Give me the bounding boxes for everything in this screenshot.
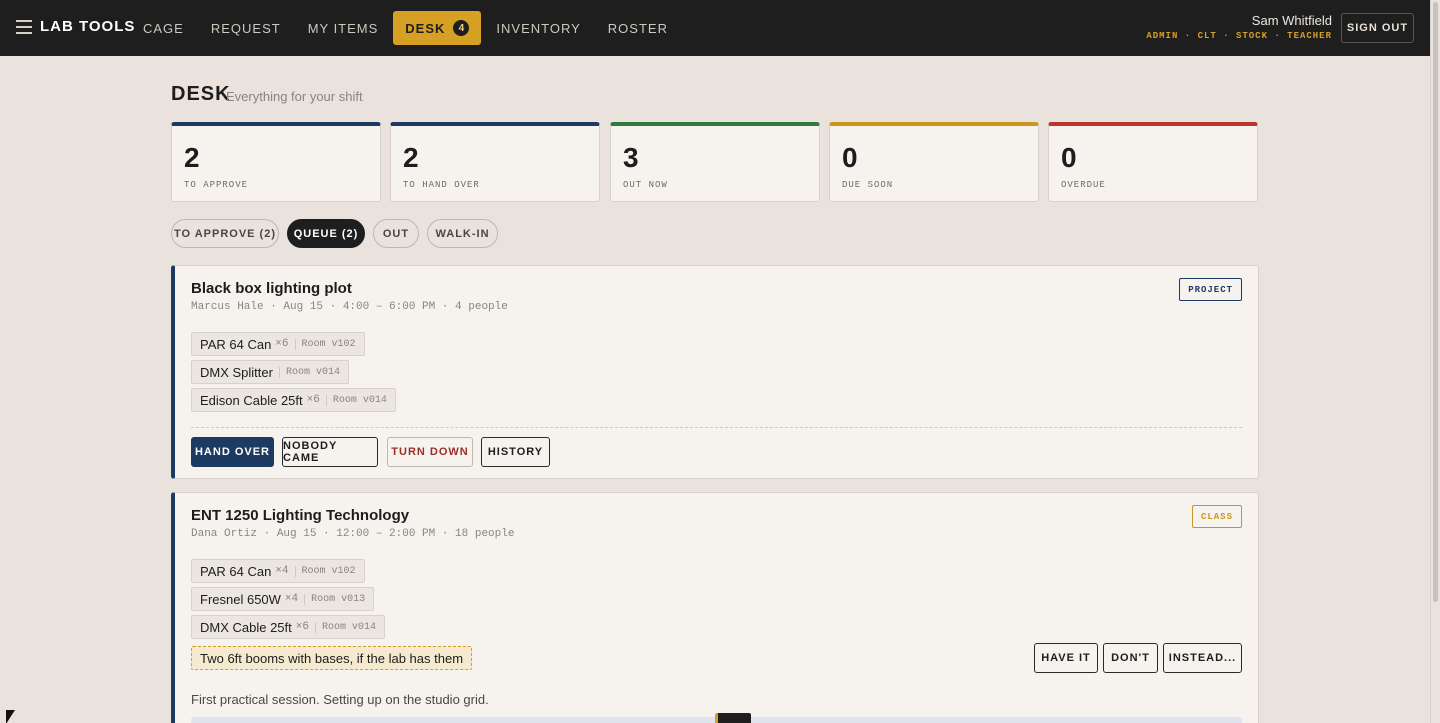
- card-meta: Marcus Hale · Aug 15 · 4:00 – 6:00 PM · …: [191, 301, 508, 313]
- item-room: Room v014: [278, 366, 340, 378]
- item-room: Room v102: [294, 338, 356, 350]
- history-button[interactable]: HISTORY: [481, 437, 550, 467]
- stat-label: TO HAND OVER: [403, 180, 480, 190]
- stat-out-now[interactable]: 3 OUT NOW: [610, 122, 820, 202]
- nav-my-items[interactable]: MY ITEMS: [296, 11, 391, 45]
- tab-out[interactable]: OUT: [373, 219, 419, 248]
- nav-cage[interactable]: CAGE: [131, 11, 196, 45]
- card-note: First practical session. Setting up on t…: [191, 692, 489, 707]
- card-type-tag: PROJECT: [1179, 278, 1242, 301]
- instead-button[interactable]: INSTEAD...: [1163, 643, 1242, 673]
- item-quantity: ×6: [275, 338, 289, 350]
- nav-inventory[interactable]: INVENTORY: [484, 11, 592, 45]
- stat-label: OUT NOW: [623, 180, 668, 190]
- top-bar: LAB TOOLS CAGE REQUEST MY ITEMS DESK 4 IN…: [0, 0, 1430, 56]
- hand-over-button[interactable]: HAND OVER: [191, 437, 274, 467]
- item-name: DMX Cable 25ft: [200, 619, 292, 635]
- nav-desk[interactable]: DESK 4: [393, 11, 482, 45]
- item-chip: DMX Splitter Room v014: [191, 360, 349, 384]
- stat-label: TO APPROVE: [184, 180, 249, 190]
- turn-down-button[interactable]: TURN DOWN: [387, 437, 473, 467]
- item-room: Room v014: [314, 621, 376, 633]
- stat-to-approve[interactable]: 2 TO APPROVE: [171, 122, 381, 202]
- page-title: DESK: [171, 83, 231, 105]
- item-name: PAR 64 Can: [200, 336, 272, 352]
- nav-label: ROSTER: [607, 20, 668, 36]
- card-title: Black box lighting plot: [191, 280, 352, 297]
- tab-walk-in[interactable]: WALK-IN: [427, 219, 498, 248]
- card-title: ENT 1250 Lighting Technology: [191, 507, 410, 524]
- have-it-button[interactable]: HAVE IT: [1034, 643, 1098, 673]
- stat-label: OVERDUE: [1061, 180, 1106, 190]
- user-roles: ADMIN · CLT · STOCK · TEACHER: [1146, 31, 1332, 41]
- item-name: DMX Splitter: [200, 364, 273, 380]
- nav-label: INVENTORY: [496, 20, 581, 36]
- item-room: Room v014: [325, 394, 387, 406]
- dont-have-button[interactable]: DON'T: [1103, 643, 1158, 673]
- nav-request[interactable]: REQUEST: [199, 11, 293, 45]
- brand-logo[interactable]: LAB TOOLS: [40, 18, 135, 35]
- stat-value: 0: [842, 142, 858, 173]
- item-name: PAR 64 Can: [200, 563, 272, 579]
- item-quantity: ×6: [295, 621, 309, 633]
- queue-card: ENT 1250 Lighting Technology Dana Ortiz …: [171, 492, 1259, 723]
- user-info: Sam Whitfield ADMIN · CLT · STOCK · TEAC…: [1146, 13, 1332, 41]
- item-chip: PAR 64 Can ×6 Room v102: [191, 332, 365, 356]
- page-scrollbar[interactable]: [1430, 0, 1440, 723]
- nav-label: CAGE: [143, 20, 184, 36]
- nobody-came-button[interactable]: NOBODY CAME: [282, 437, 378, 467]
- tab-to-approve[interactable]: TO APPROVE (2): [171, 219, 279, 248]
- item-chip: Edison Cable 25ft ×6 Room v014: [191, 388, 396, 412]
- desk-count-badge: 4: [453, 20, 470, 36]
- stat-due-soon[interactable]: 0 DUE SOON: [829, 122, 1039, 202]
- item-room: Room v102: [294, 565, 356, 577]
- stat-value: 2: [184, 142, 200, 173]
- drag-handle[interactable]: [715, 713, 751, 723]
- card-bottom-strip: [191, 713, 1242, 723]
- queue-card: Black box lighting plot Marcus Hale · Au…: [171, 265, 1259, 479]
- special-request-note: Two 6ft booms with bases, if the lab has…: [191, 646, 473, 670]
- stat-value: 2: [403, 142, 419, 173]
- nav-label: REQUEST: [210, 20, 281, 36]
- stat-value: 0: [1061, 142, 1077, 173]
- item-room: Room v013: [304, 593, 365, 605]
- item-quantity: ×4: [284, 593, 299, 605]
- page-subtitle: Everything for your shift: [226, 89, 363, 104]
- item-name: Edison Cable 25ft: [200, 392, 303, 408]
- item-chip: Fresnel 650W ×4 Room v013: [191, 587, 375, 611]
- stat-to-hand-over[interactable]: 2 TO HAND OVER: [390, 122, 600, 202]
- item-quantity: ×6: [306, 394, 320, 406]
- nav-roster[interactable]: ROSTER: [596, 11, 680, 45]
- card-divider: [191, 427, 1242, 428]
- item-chip: PAR 64 Can ×4 Room v102: [191, 559, 365, 583]
- main-nav: CAGE REQUEST MY ITEMS DESK 4 INVENTORY RO…: [131, 11, 683, 45]
- nav-label: MY ITEMS: [307, 20, 379, 36]
- user-name: Sam Whitfield: [1251, 13, 1332, 28]
- stat-overdue[interactable]: 0 OVERDUE: [1048, 122, 1258, 202]
- menu-icon[interactable]: [16, 20, 32, 34]
- stat-label: DUE SOON: [842, 180, 894, 190]
- tab-queue[interactable]: QUEUE (2): [287, 219, 365, 248]
- item-chip: DMX Cable 25ft ×6 Room v014: [191, 615, 385, 639]
- item-name: Fresnel 650W: [200, 591, 281, 607]
- card-meta: Dana Ortiz · Aug 15 · 12:00 – 2:00 PM · …: [191, 528, 515, 540]
- scrollbar-thumb[interactable]: [1433, 2, 1438, 602]
- mouse-cursor-icon: [6, 710, 15, 723]
- nav-label: DESK: [405, 20, 446, 36]
- sign-out-button[interactable]: SIGN OUT: [1341, 13, 1414, 43]
- card-type-tag: CLASS: [1191, 505, 1242, 528]
- stat-value: 3: [623, 142, 639, 173]
- item-quantity: ×4: [275, 565, 289, 577]
